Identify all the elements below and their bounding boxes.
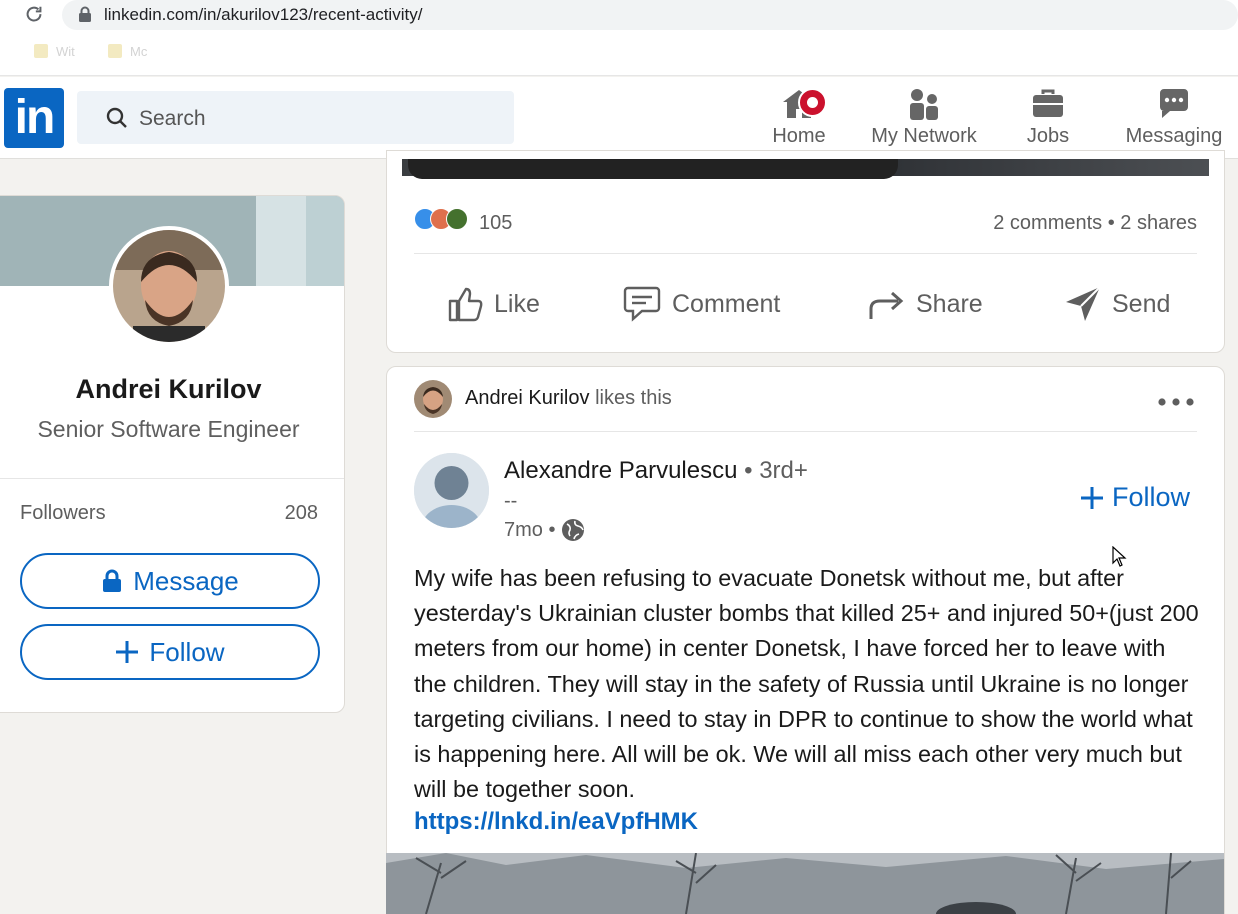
profile-name[interactable]: Andrei Kurilov [0, 374, 344, 405]
author-name[interactable]: Alexandre Parvulescu [504, 457, 737, 484]
author-avatar[interactable] [414, 453, 489, 528]
follow-author-button[interactable]: Follow [1080, 482, 1190, 513]
browser-address-bar: linkedin.com/in/akurilov123/recent-activ… [0, 0, 1238, 32]
comment-label: Comment [672, 289, 781, 318]
search-input[interactable]: Search [77, 91, 514, 144]
liker-name[interactable]: Andrei Kurilov [465, 387, 590, 409]
share-arrow-icon [869, 291, 904, 319]
bookmark-folder-icon [108, 44, 122, 58]
post-image[interactable] [402, 159, 1209, 179]
post-image[interactable] [386, 853, 1224, 914]
bookmark-folder-icon [34, 44, 48, 58]
url-text[interactable]: linkedin.com/in/akurilov123/recent-activ… [104, 5, 422, 25]
profile-avatar[interactable] [109, 226, 229, 346]
nav-label: Jobs [1026, 125, 1070, 147]
bookmarks-bar: Wit Mc [0, 32, 1238, 76]
profile-card: Andrei Kurilov Senior Software Engineer … [0, 195, 345, 713]
send-button[interactable]: Send [1064, 282, 1170, 326]
send-label: Send [1112, 289, 1171, 318]
divider [414, 431, 1197, 432]
thumbs-up-icon [448, 287, 483, 322]
comment-button[interactable]: Comment [622, 282, 780, 326]
lock-icon [79, 6, 91, 22]
nav-label: Messaging [1125, 125, 1223, 147]
people-icon [910, 89, 938, 120]
share-label: Share [916, 289, 983, 318]
plus-icon [1081, 486, 1103, 509]
connection-degree: • 3rd+ [744, 457, 808, 484]
comment-icon [623, 286, 661, 322]
send-icon [1066, 286, 1101, 321]
followers-count: 208 [284, 502, 318, 524]
like-button[interactable]: Like [446, 282, 540, 326]
nav-label: My Network [871, 125, 977, 147]
social-context: Andrei Kurilov likes this [465, 387, 672, 410]
post-link[interactable]: https://lnkd.in/eaVpfHMK [414, 808, 698, 836]
reload-icon[interactable] [22, 4, 46, 26]
nav-my-network[interactable]: My Network [864, 83, 984, 155]
bookmark-item[interactable]: Wit [56, 44, 75, 59]
more-options-icon[interactable] [1156, 396, 1196, 408]
comments-shares-count[interactable]: 2 comments • 2 shares [993, 212, 1197, 235]
post-timestamp: 7mo • [504, 518, 585, 542]
mouse-cursor-icon [1112, 546, 1127, 567]
lock-icon [103, 569, 122, 592]
message-button[interactable]: Message [20, 553, 320, 609]
nav-label: Home [772, 125, 826, 147]
divider [0, 478, 344, 479]
liker-avatar[interactable] [414, 380, 452, 418]
linkedin-logo[interactable]: in [4, 88, 64, 148]
divider [414, 253, 1197, 254]
briefcase-icon [1033, 89, 1063, 117]
follow-button-label: Follow [149, 636, 225, 667]
linkedin-header: in Search Home My Network Jobs Messaging [0, 77, 1238, 159]
post-time-text: 7mo • [504, 518, 556, 541]
notification-badge [798, 88, 827, 117]
plus-icon [116, 641, 139, 663]
search-placeholder: Search [139, 107, 206, 130]
author-name-line: Alexandre Parvulescu • 3rd+ [504, 457, 808, 485]
nav-jobs[interactable]: Jobs [1020, 83, 1076, 155]
follow-profile-button[interactable]: Follow [20, 624, 320, 680]
nav-messaging[interactable]: Messaging [1122, 83, 1226, 155]
follow-author-label: Follow [1112, 482, 1191, 512]
followers-label: Followers [20, 502, 106, 524]
post-text: My wife has been refusing to evacuate Do… [414, 565, 1199, 803]
bookmark-item[interactable]: Mc [130, 44, 147, 59]
support-reaction-icon [446, 208, 468, 230]
author-subtitle: -- [504, 490, 518, 512]
message-button-label: Message [133, 565, 239, 596]
profile-headline: Senior Software Engineer [37, 416, 300, 442]
globe-icon [562, 519, 585, 541]
liker-suffix: likes this [595, 387, 672, 409]
like-label: Like [494, 289, 540, 318]
search-icon [106, 107, 127, 128]
reaction-count[interactable]: 105 [479, 212, 512, 235]
nav-home[interactable]: Home [768, 83, 830, 155]
chat-bubble-icon [1160, 89, 1188, 118]
share-button[interactable]: Share [868, 282, 983, 326]
